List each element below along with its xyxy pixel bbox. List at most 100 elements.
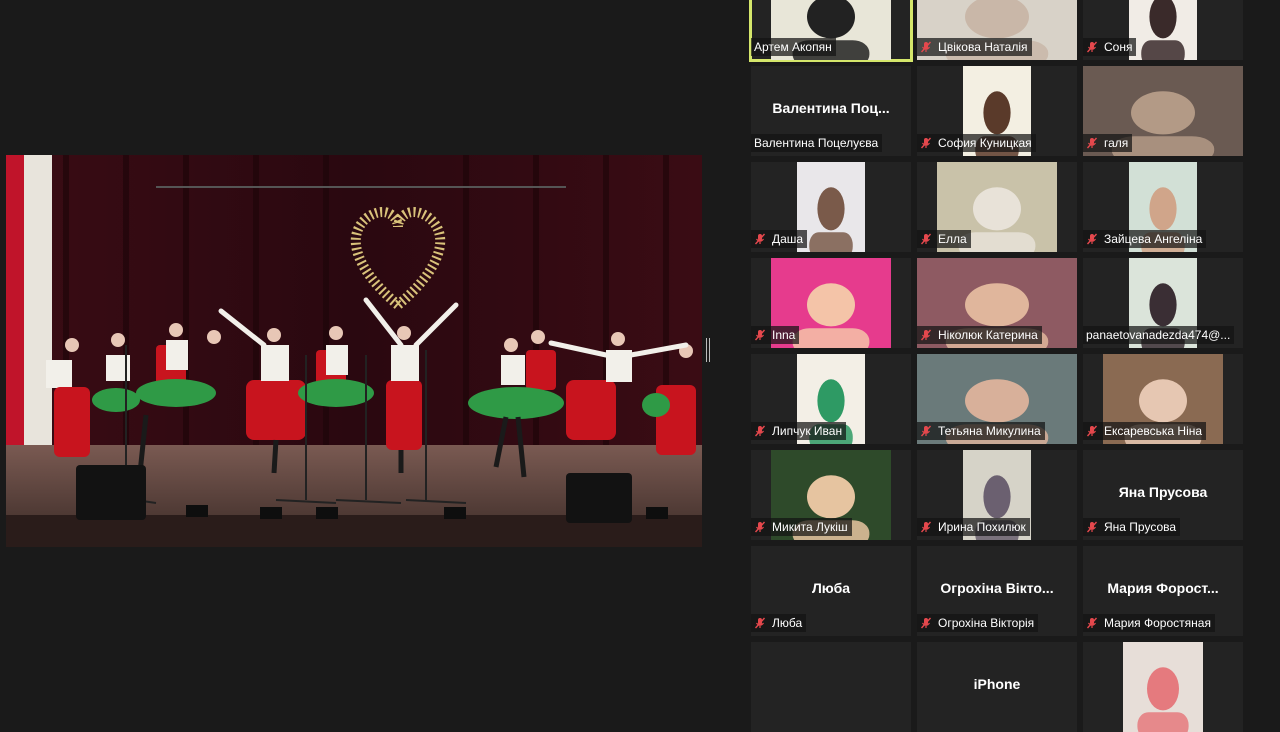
stage-performance-image	[6, 155, 702, 547]
mic-muted-icon	[1086, 617, 1098, 629]
participant-name-label: Огрохіна Вікторія	[917, 614, 1039, 632]
participant-tile[interactable]	[1083, 642, 1243, 732]
participant-tile[interactable]: iPhone	[917, 642, 1077, 732]
participant-video	[797, 162, 865, 252]
mic-muted-icon	[920, 137, 932, 149]
participant-name-label: София Куницкая	[917, 134, 1036, 152]
participant-tile[interactable]: Цвікова Наталія	[917, 0, 1077, 60]
participant-tile[interactable]: Огрохіна Вікто... Огрохіна Вікторія	[917, 546, 1077, 636]
mic-muted-icon	[754, 617, 766, 629]
participant-tile[interactable]: Ирина Похилюк	[917, 450, 1077, 540]
participant-name: Артем Акопян	[754, 40, 832, 54]
participant-tile[interactable]: Артем Акопян	[749, 0, 913, 62]
participant-name-label: Елла	[917, 230, 971, 248]
participant-name: Соня	[1104, 40, 1133, 54]
participant-tile[interactable]: Микита Лукіш	[751, 450, 911, 540]
participant-name: Мария Форостяная	[1104, 616, 1211, 630]
participant-display-name: Огрохіна Вікто...	[940, 580, 1054, 596]
participant-display-name: iPhone	[973, 676, 1021, 692]
mic-muted-icon	[920, 233, 932, 245]
participant-video-frame	[1129, 0, 1197, 60]
participant-name-label: Соня	[1083, 38, 1137, 56]
participant-tile[interactable]	[751, 642, 911, 732]
participant-display-name: Мария Форост...	[1107, 580, 1219, 596]
mic-muted-icon	[754, 521, 766, 533]
participant-display-name: Валентина Поц...	[772, 100, 890, 116]
participant-tile[interactable]: Елла	[917, 162, 1077, 252]
mic-muted-icon	[1086, 41, 1098, 53]
participant-name-label: Люба	[751, 614, 807, 632]
participant-video	[1123, 642, 1203, 732]
mic-muted-icon	[920, 425, 932, 437]
participant-name: Яна Прусова	[1104, 520, 1177, 534]
mic-muted-icon	[920, 521, 932, 533]
mic-muted-icon	[1086, 425, 1098, 437]
participant-name-label: Тетьяна Микулина	[917, 422, 1045, 440]
participant-video	[1129, 0, 1197, 60]
participant-tile[interactable]: Липчук Иван	[751, 354, 911, 444]
participant-name: Тетьяна Микулина	[938, 424, 1041, 438]
mic-muted-icon	[1086, 521, 1098, 533]
mic-muted-icon	[754, 233, 766, 245]
participant-name-label: Inna	[751, 326, 800, 344]
participant-name: Цвікова Наталія	[938, 40, 1028, 54]
participant-name-label: Даша	[751, 230, 808, 248]
participant-tile[interactable]: panaetovanadezda474@...	[1083, 258, 1243, 348]
participant-name-label: Ирина Похилюк	[917, 518, 1030, 536]
participant-gallery: Артем Акопян Цвікова Наталія Соня Валентина…	[749, 0, 1243, 732]
participant-tile[interactable]: галя	[1083, 66, 1243, 156]
participant-tile[interactable]: Зайцева Ангеліна	[1083, 162, 1243, 252]
participant-tile[interactable]: Даша	[751, 162, 911, 252]
participant-name-label: Микита Лукіш	[751, 518, 852, 536]
mic-muted-icon	[920, 617, 932, 629]
participant-tile[interactable]: Яна Прусова Яна Прусова	[1083, 450, 1243, 540]
participant-name-label: галя	[1083, 134, 1133, 152]
participant-video-frame	[1123, 642, 1203, 732]
mic-muted-icon	[920, 41, 932, 53]
participant-tile[interactable]: Соня	[1083, 0, 1243, 60]
participant-name-label: Ексаревська Ніна	[1083, 422, 1207, 440]
participant-name: Ніколюк Катерина	[938, 328, 1038, 342]
participant-name: Inna	[772, 328, 796, 342]
participant-tile[interactable]: Мария Форост... Мария Форостяная	[1083, 546, 1243, 636]
participant-tile[interactable]: Люба Люба	[751, 546, 911, 636]
mic-muted-icon	[754, 329, 766, 341]
participant-tile[interactable]: Тетьяна Микулина	[917, 354, 1077, 444]
participant-name: Огрохіна Вікторія	[938, 616, 1035, 630]
participant-name-label: Зайцева Ангеліна	[1083, 230, 1207, 248]
participant-name: София Куницкая	[938, 136, 1032, 150]
participant-name: panaetovanadezda474@...	[1086, 328, 1231, 342]
participant-name: Ексаревська Ніна	[1104, 424, 1203, 438]
participant-name: Ирина Похилюк	[938, 520, 1026, 534]
participant-tile[interactable]: Ексаревська Ніна	[1083, 354, 1243, 444]
participant-name: Зайцева Ангеліна	[1104, 232, 1203, 246]
shared-screen-video	[6, 155, 702, 547]
mic-muted-icon	[920, 329, 932, 341]
participant-name-label: Мария Форостяная	[1083, 614, 1215, 632]
mic-muted-icon	[1086, 137, 1098, 149]
participant-tile[interactable]: София Куницкая	[917, 66, 1077, 156]
participant-name: Елла	[938, 232, 967, 246]
participant-name: Микита Лукіш	[772, 520, 848, 534]
participant-name-label: panaetovanadezda474@...	[1083, 326, 1235, 344]
participant-name-label: Валентина Поцелуєва	[751, 134, 883, 152]
participant-display-name: Яна Прусова	[1118, 484, 1208, 500]
mic-muted-icon	[754, 425, 766, 437]
participant-name-label: Яна Прусова	[1083, 518, 1181, 536]
participant-name: Валентина Поцелуєва	[754, 136, 879, 150]
participant-name: галя	[1104, 136, 1129, 150]
participant-tile[interactable]: Валентина Поц... Валентина Поцелуєва	[751, 66, 911, 156]
participant-display-name: Люба	[811, 580, 851, 596]
participant-video-frame	[797, 162, 865, 252]
participant-name-label: Ніколюк Катерина	[917, 326, 1042, 344]
mic-muted-icon	[1086, 233, 1098, 245]
split-view-handle[interactable]	[706, 338, 710, 362]
participant-tile[interactable]: Ніколюк Катерина	[917, 258, 1077, 348]
participant-tile[interactable]: Inna	[751, 258, 911, 348]
participant-name: Люба	[772, 616, 803, 630]
participant-name-label: Цвікова Наталія	[917, 38, 1032, 56]
participant-name: Даша	[772, 232, 804, 246]
participant-name: Липчук Иван	[772, 424, 843, 438]
participant-name-label: Липчук Иван	[751, 422, 847, 440]
participant-name-label: Артем Акопян	[751, 38, 836, 56]
